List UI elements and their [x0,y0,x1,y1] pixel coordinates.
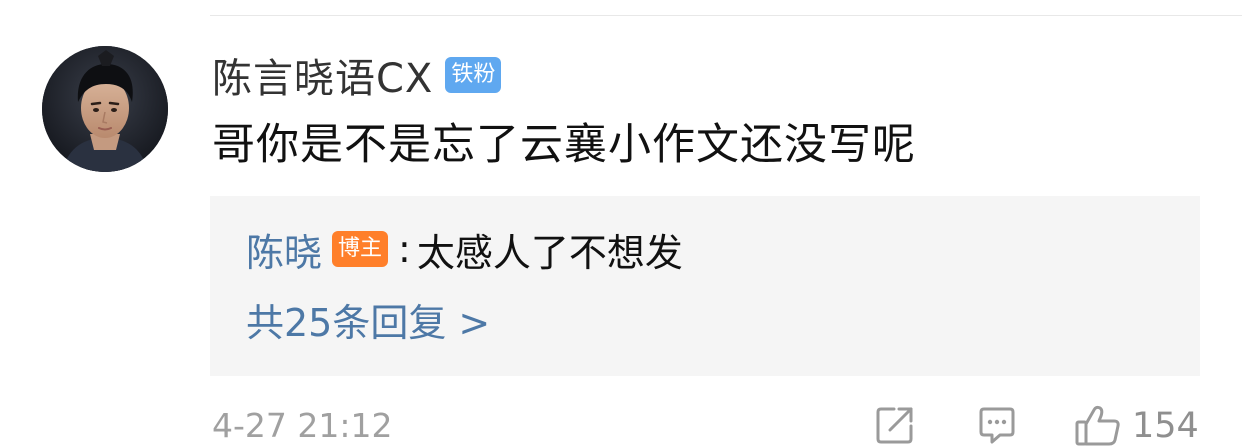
top-divider [210,15,1242,16]
comment-header: 陈言晓语CX 铁粉 [212,50,502,102]
reply-preview[interactable]: 陈晓 博主 : 太感人了不想发 共25条回复 > [210,196,1200,376]
thumbs-up-icon [1074,404,1122,446]
reply-separator: : [398,227,411,271]
fan-badge: 铁粉 [445,57,502,93]
comment-card: 陈言晓语CX 铁粉 哥你是不是忘了云襄小作文还没写呢 陈晓 博主 : 太感人了不… [0,0,1242,446]
share-icon [874,404,916,446]
reply-author[interactable]: 陈晓 [246,222,322,277]
timestamp: 4-27 21:12 [212,406,393,445]
reply-text: 太感人了不想发 [416,230,683,275]
comment-text: 哥你是不是忘了云襄小作文还没写呢 [212,120,916,170]
share-button[interactable] [874,404,916,446]
like-button[interactable]: 154 [1074,404,1199,446]
username[interactable]: 陈言晓语CX [212,46,433,104]
like-count: 154 [1132,406,1199,446]
comment-icon [976,404,1018,446]
avatar[interactable] [42,46,168,172]
reply-item: 陈晓 博主 : 太感人了不想发 [246,222,683,277]
view-replies-link[interactable]: 共25条回复 > [246,298,490,348]
host-badge: 博主 [332,231,389,267]
comment-footer: 4-27 21:12 154 [210,402,1242,446]
comment-button[interactable] [976,404,1018,446]
